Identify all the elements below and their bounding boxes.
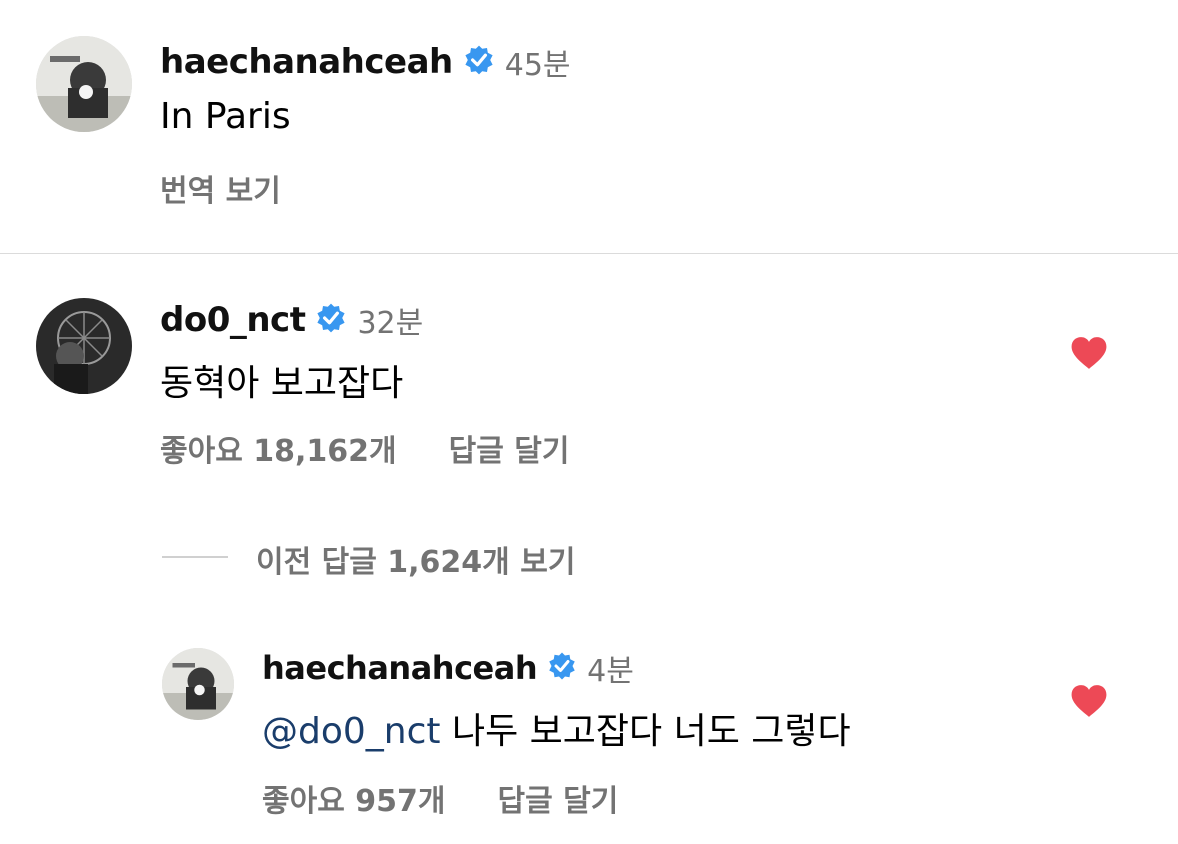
mention-link[interactable]: @do0_nct (262, 711, 441, 752)
reply-header: haechanahceah 4분 (262, 646, 634, 690)
reply-meta: 좋아요 957개 답글 달기 (262, 776, 618, 820)
reply-text: @do0_nct 나두 보고잡다 너도 그렇다 (262, 702, 851, 754)
comment-meta: 좋아요 18,162개 답글 달기 (160, 426, 569, 470)
heart-icon[interactable] (1070, 336, 1108, 374)
verified-badge-icon (315, 302, 347, 338)
like-count[interactable]: 좋아요 957개 (262, 776, 445, 820)
heart-icon[interactable] (1070, 684, 1108, 722)
comment-text: 동혁아 보고잡다 (160, 363, 404, 404)
reply-body: 나두 보고잡다 너도 그렇다 (451, 711, 851, 752)
comment-header: do0_nct 32분 (160, 298, 423, 342)
avatar[interactable] (36, 298, 132, 394)
comment-time: 45분 (504, 48, 571, 83)
comment-time: 32분 (357, 306, 424, 341)
divider (0, 253, 1178, 254)
comment-text: In Paris (160, 96, 291, 137)
username[interactable]: do0_nct (160, 300, 306, 340)
reply-button[interactable]: 답글 달기 (449, 426, 570, 470)
replies-line (162, 556, 228, 558)
like-count[interactable]: 좋아요 18,162개 (160, 426, 397, 470)
username[interactable]: haechanahceah (160, 42, 453, 82)
verified-badge-icon (547, 651, 577, 685)
avatar[interactable] (36, 36, 132, 132)
reply-button[interactable]: 답글 달기 (497, 776, 618, 820)
verified-badge-icon (463, 44, 495, 80)
username[interactable]: haechanahceah (262, 649, 538, 687)
reply-time: 4분 (587, 654, 634, 689)
see-translation-button[interactable]: 번역 보기 (160, 166, 281, 210)
avatar[interactable] (162, 648, 234, 720)
view-previous-replies-button[interactable]: 이전 답글 1,624개 보기 (256, 537, 575, 581)
comment-header: haechanahceah 45분 (160, 40, 571, 84)
